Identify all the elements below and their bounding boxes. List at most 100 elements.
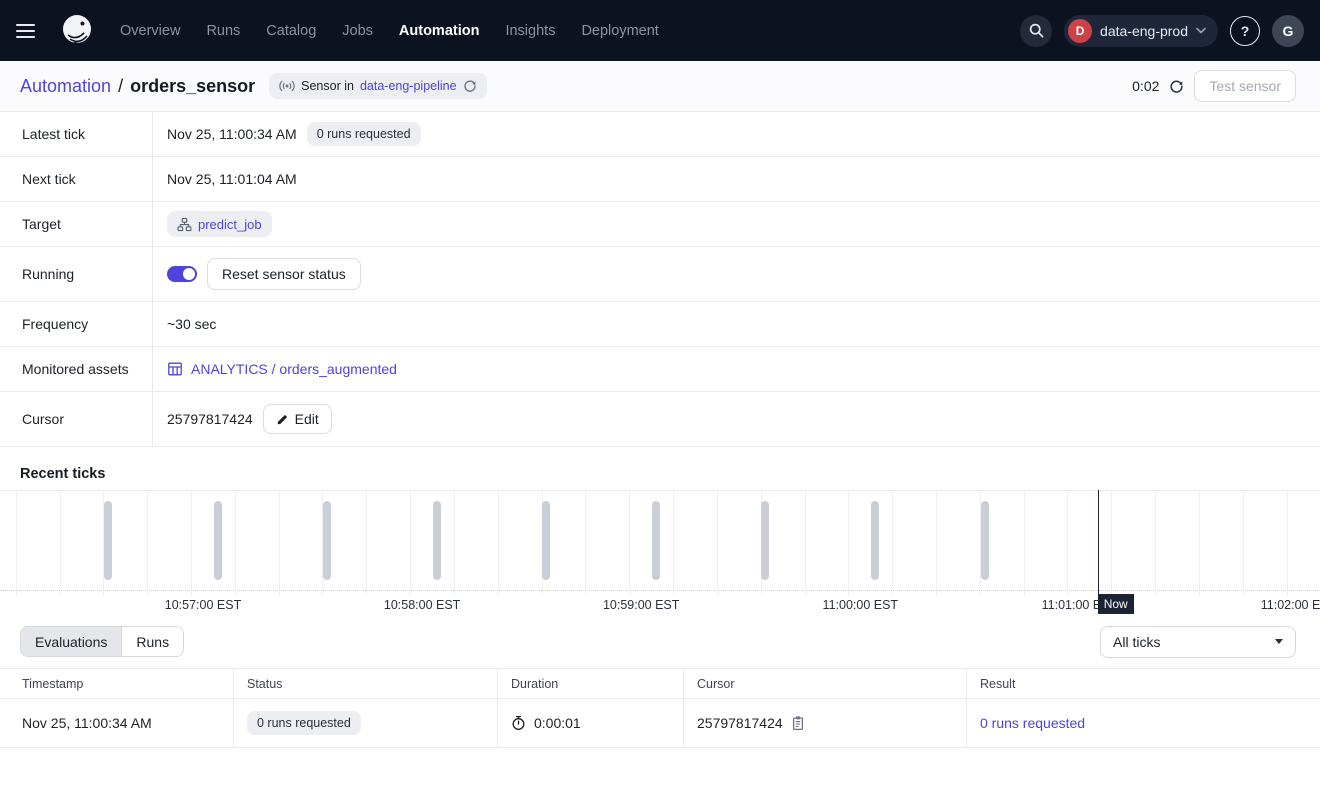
nav-item-insights[interactable]: Insights [505, 23, 555, 39]
tick-bar[interactable] [323, 501, 331, 580]
page-title: orders_sensor [130, 76, 255, 97]
reset-sensor-status-button[interactable]: Reset sensor status [207, 258, 361, 290]
tab-runs[interactable]: Runs [122, 627, 183, 656]
col-cursor: Cursor [683, 669, 966, 698]
now-badge: Now [1098, 594, 1134, 614]
search-icon [1028, 22, 1045, 39]
tick-bar[interactable] [761, 501, 769, 580]
tab-evaluations[interactable]: Evaluations [21, 627, 122, 656]
tick-bar[interactable] [433, 501, 441, 580]
timeline-gridline [366, 490, 367, 595]
breadcrumb-automation-link[interactable]: Automation [20, 76, 111, 97]
tick-bar[interactable] [652, 501, 660, 580]
nav-item-overview[interactable]: Overview [120, 23, 180, 39]
timeline-gridline [191, 490, 192, 595]
sensor-icon [279, 79, 295, 93]
running-toggle[interactable] [167, 266, 197, 282]
tick-bar[interactable] [871, 501, 879, 580]
row-result-link[interactable]: 0 runs requested [980, 715, 1085, 731]
axis-tick-label: 10:57:00 EST [165, 598, 241, 612]
asset-table-icon [167, 361, 183, 377]
latest-tick-row: Latest tick Nov 25, 11:00:34 AM 0 runs r… [0, 112, 1320, 157]
pencil-icon [276, 413, 289, 426]
user-avatar[interactable]: G [1272, 15, 1304, 47]
edit-cursor-button[interactable]: Edit [263, 404, 332, 434]
reload-location-icon[interactable] [463, 79, 477, 93]
tick-bar[interactable] [542, 501, 550, 580]
app-window: Overview Runs Catalog Jobs Automation In… [0, 0, 1320, 786]
nav-item-jobs[interactable]: Jobs [342, 23, 373, 39]
edit-cursor-label: Edit [295, 411, 319, 427]
deployment-name: data-eng-prod [1100, 23, 1188, 39]
nav-item-catalog[interactable]: Catalog [266, 23, 316, 39]
primary-nav: Overview Runs Catalog Jobs Automation In… [120, 23, 659, 39]
timeline-gridline [498, 490, 499, 595]
view-switcher: Evaluations Runs [20, 626, 184, 657]
col-timestamp: Timestamp [0, 669, 233, 698]
refresh-icon[interactable] [1169, 79, 1184, 94]
timeline-plot-area [0, 490, 1320, 591]
hamburger-menu-icon[interactable] [16, 17, 44, 45]
target-row: Target predict_job [0, 202, 1320, 247]
timeline-gridline [629, 490, 630, 595]
next-tick-row: Next tick Nov 25, 11:01:04 AM [0, 157, 1320, 202]
timeline-gridline [673, 490, 674, 595]
page-header: Automation / orders_sensor Sensor in dat… [0, 61, 1320, 112]
tick-bar[interactable] [214, 501, 222, 580]
nav-item-automation[interactable]: Automation [399, 23, 480, 39]
help-icon: ? [1241, 23, 1250, 39]
monitored-asset-link[interactable]: ANALYTICS / orders_augmented [167, 361, 397, 377]
deployment-switcher[interactable]: D data-eng-prod [1064, 15, 1218, 47]
timeline-gridline [1155, 490, 1156, 595]
test-sensor-button[interactable]: Test sensor [1194, 70, 1296, 102]
timeline-gridline [1024, 490, 1025, 595]
col-status: Status [233, 669, 497, 698]
monitored-assets-row: Monitored assets ANALYTICS / orders_augm… [0, 347, 1320, 392]
avatar-initial: G [1283, 23, 1294, 39]
chevron-down-icon [1196, 27, 1206, 34]
cursor-value: 25797817424 [167, 411, 253, 427]
frequency-row: Frequency ~30 sec [0, 302, 1320, 347]
sensor-badge-text: Sensor in [301, 79, 354, 93]
sensor-origin-badge: Sensor in data-eng-pipeline [269, 73, 486, 99]
row-duration: 0:00:01 [534, 715, 581, 731]
axis-tick-label: 10:58:00 EST [384, 598, 460, 612]
nav-item-runs[interactable]: Runs [206, 23, 240, 39]
timeline-gridline [805, 490, 806, 595]
frequency-value: ~30 sec [167, 316, 216, 332]
code-location-link[interactable]: data-eng-pipeline [360, 79, 457, 93]
timeline-gridline [454, 490, 455, 595]
next-tick-label: Next tick [0, 157, 153, 201]
row-cursor: 25797817424 [697, 715, 783, 731]
target-job-link[interactable]: predict_job [167, 211, 272, 237]
timeline-gridline [1199, 490, 1200, 595]
job-icon [177, 217, 192, 232]
timeline-gridline [1067, 490, 1068, 595]
deployment-dot: D [1068, 19, 1092, 43]
timeline-gridline [848, 490, 849, 595]
axis-tick-label: 10:59:00 EST [603, 598, 679, 612]
latest-tick-value: Nov 25, 11:00:34 AM [167, 126, 297, 142]
running-row: Running Reset sensor status [0, 247, 1320, 302]
timeline-gridline [16, 490, 17, 595]
help-button[interactable]: ? [1230, 16, 1260, 46]
search-button[interactable] [1020, 15, 1052, 47]
timeline-gridline [235, 490, 236, 595]
running-label: Running [0, 247, 153, 301]
tick-bar[interactable] [104, 501, 112, 580]
nav-item-deployment[interactable]: Deployment [581, 23, 658, 39]
copy-icon[interactable] [791, 715, 805, 731]
latest-tick-label: Latest tick [0, 112, 153, 156]
timeline-gridline [60, 490, 61, 595]
tick-countdown: 0:02 [1132, 78, 1159, 94]
dagster-logo-icon[interactable] [58, 11, 98, 51]
nav-right-cluster: D data-eng-prod ? G [1020, 15, 1304, 47]
col-result: Result [966, 669, 1320, 698]
table-header-row: Timestamp Status Duration Cursor Result [0, 668, 1320, 699]
recent-ticks-timeline: 10:57:00 EST10:58:00 EST10:59:00 EST11:0… [0, 490, 1320, 615]
tick-bar[interactable] [981, 501, 989, 580]
timeline-gridline [1243, 490, 1244, 595]
tick-filter-dropdown[interactable]: All ticks [1100, 626, 1296, 658]
timeline-gridline [1111, 490, 1112, 595]
recent-ticks-title: Recent ticks [0, 447, 1320, 490]
